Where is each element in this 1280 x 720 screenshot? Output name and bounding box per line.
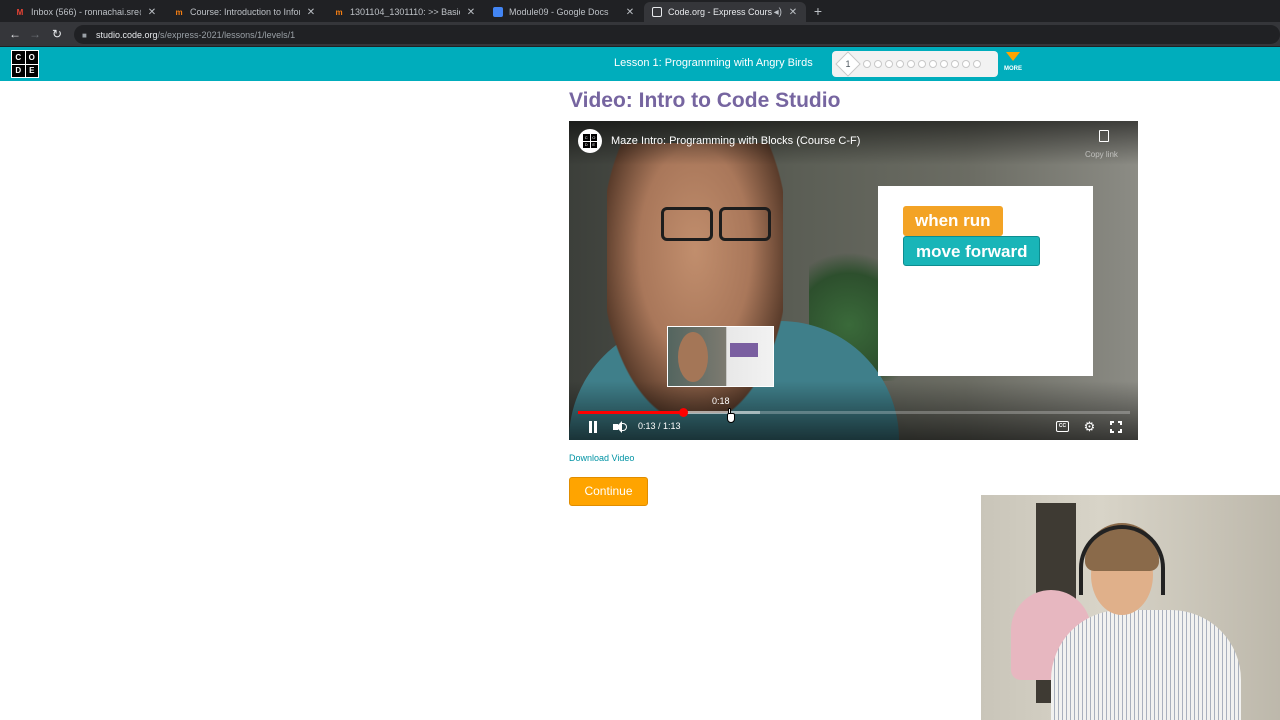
played-bar	[578, 411, 683, 414]
scrubber-handle[interactable]	[679, 408, 688, 417]
level-dot[interactable]	[907, 60, 915, 68]
level-dot[interactable]	[973, 60, 981, 68]
video-title[interactable]: Maze Intro: Programming with Blocks (Cou…	[611, 135, 860, 147]
presenter-glasses	[661, 207, 771, 241]
channel-icon[interactable]: C O D E	[578, 129, 602, 153]
tab-title: Inbox (566) - ronnachai.sre@mfu	[31, 7, 141, 17]
level-progress: 1	[832, 51, 998, 77]
scrub-preview-thumbnail	[667, 326, 774, 387]
logo-letter: E	[590, 141, 597, 148]
logo-letter: O	[590, 134, 597, 141]
address-bar[interactable]: ■ studio.code.org/s/express-2021/lessons…	[74, 25, 1280, 44]
tab-google-docs[interactable]: Module09 - Google Docs ✕	[485, 2, 643, 22]
logo-letter: D	[583, 141, 590, 148]
video-player[interactable]: when run move forward C O D E Maze Intro…	[569, 121, 1138, 440]
close-icon[interactable]: ✕	[466, 7, 476, 18]
tab-title: Course: Introduction to Informati	[190, 7, 300, 17]
level-dot[interactable]	[874, 60, 882, 68]
close-icon[interactable]: ✕	[625, 7, 635, 18]
preview-block	[730, 343, 758, 357]
reload-icon[interactable]: ↻	[50, 27, 64, 41]
close-icon[interactable]: ✕	[306, 7, 316, 18]
google-docs-icon	[493, 7, 503, 17]
codeorg-logo[interactable]: C O D E	[11, 50, 39, 78]
tab-basic-prog[interactable]: m 1301104_1301110: >> Basic Prog ✕	[326, 2, 484, 22]
level-dot[interactable]	[896, 60, 904, 68]
headset-icon	[1079, 525, 1165, 595]
current-level-number: 1	[845, 59, 851, 69]
mouse-cursor	[725, 408, 735, 424]
moodle-icon: m	[335, 7, 343, 17]
tab-title: Code.org - Express Course (2	[668, 7, 772, 17]
speaker-icon: ◂)	[773, 6, 782, 18]
webcam-overlay	[981, 495, 1280, 720]
new-tab-button[interactable]: +	[811, 3, 825, 19]
logo-letter: C	[583, 134, 590, 141]
pause-icon[interactable]	[588, 421, 598, 433]
continue-button[interactable]: Continue	[569, 477, 648, 506]
url-host: studio.code.org	[96, 29, 158, 40]
gear-icon[interactable]: ⚙	[1083, 420, 1096, 433]
level-dot[interactable]	[863, 60, 871, 68]
progress-bar[interactable]	[578, 408, 1130, 417]
logo-letter: C	[12, 51, 25, 64]
logo-letter: O	[25, 51, 38, 64]
level-dot[interactable]	[918, 60, 926, 68]
tab-title: 1301104_1301110: >> Basic Prog	[350, 7, 460, 17]
close-icon[interactable]: ✕	[147, 7, 157, 18]
browser-tab-bar: M Inbox (566) - ronnachai.sre@mfu ✕ m Co…	[0, 0, 1280, 22]
more-button[interactable]: MORE	[1002, 52, 1024, 72]
logo-letter: E	[25, 64, 38, 77]
level-dot[interactable]	[951, 60, 959, 68]
volume-icon[interactable]	[613, 421, 627, 433]
page-title: Video: Intro to Code Studio	[569, 89, 841, 112]
moodle-icon: m	[175, 7, 183, 17]
tab-title: Module09 - Google Docs	[509, 7, 609, 17]
lesson-title[interactable]: Lesson 1: Programming with Angry Birds	[614, 57, 813, 69]
tab-course-intro[interactable]: m Course: Introduction to Informati ✕	[166, 2, 324, 22]
tab-codeorg[interactable]: Code.org - Express Course (2 ◂) ✕	[644, 2, 806, 22]
lock-icon: ■	[82, 30, 87, 40]
webcam-person-body	[1051, 610, 1241, 720]
back-icon[interactable]: ←	[8, 27, 22, 41]
preview-presenter	[678, 332, 708, 382]
level-dot[interactable]	[940, 60, 948, 68]
tab-gmail[interactable]: M Inbox (566) - ronnachai.sre@mfu ✕	[7, 2, 165, 22]
more-label: MORE	[1004, 66, 1022, 72]
copy-link-label[interactable]: Copy link	[1085, 150, 1118, 159]
level-dot[interactable]	[885, 60, 893, 68]
level-dot[interactable]	[929, 60, 937, 68]
level-dot[interactable]	[962, 60, 970, 68]
gmail-icon: M	[16, 7, 24, 17]
url-path: /s/express-2021/lessons/1/levels/1	[157, 29, 296, 40]
logo-letter: D	[12, 64, 25, 77]
when-run-block: when run	[903, 206, 1003, 236]
copy-icon[interactable]	[1099, 130, 1109, 142]
browser-toolbar: ← → ↻ ■ studio.code.org/s/express-2021/l…	[0, 22, 1280, 47]
move-forward-block: move forward	[903, 236, 1041, 266]
fullscreen-icon[interactable]	[1110, 421, 1122, 433]
chevron-down-icon	[1006, 52, 1020, 61]
site-header: C O D E Lesson 1: Programming with Angry…	[0, 47, 1280, 81]
captions-icon[interactable]: CC	[1056, 421, 1069, 432]
codeorg-icon	[652, 7, 662, 17]
close-icon[interactable]: ✕	[788, 7, 798, 18]
sound-wave	[622, 423, 627, 431]
forward-icon[interactable]: →	[28, 27, 42, 41]
time-display: 0:13 / 1:13	[638, 421, 681, 431]
scrub-time-tooltip: 0:18	[712, 396, 730, 406]
download-video-link[interactable]: Download Video	[569, 453, 634, 463]
